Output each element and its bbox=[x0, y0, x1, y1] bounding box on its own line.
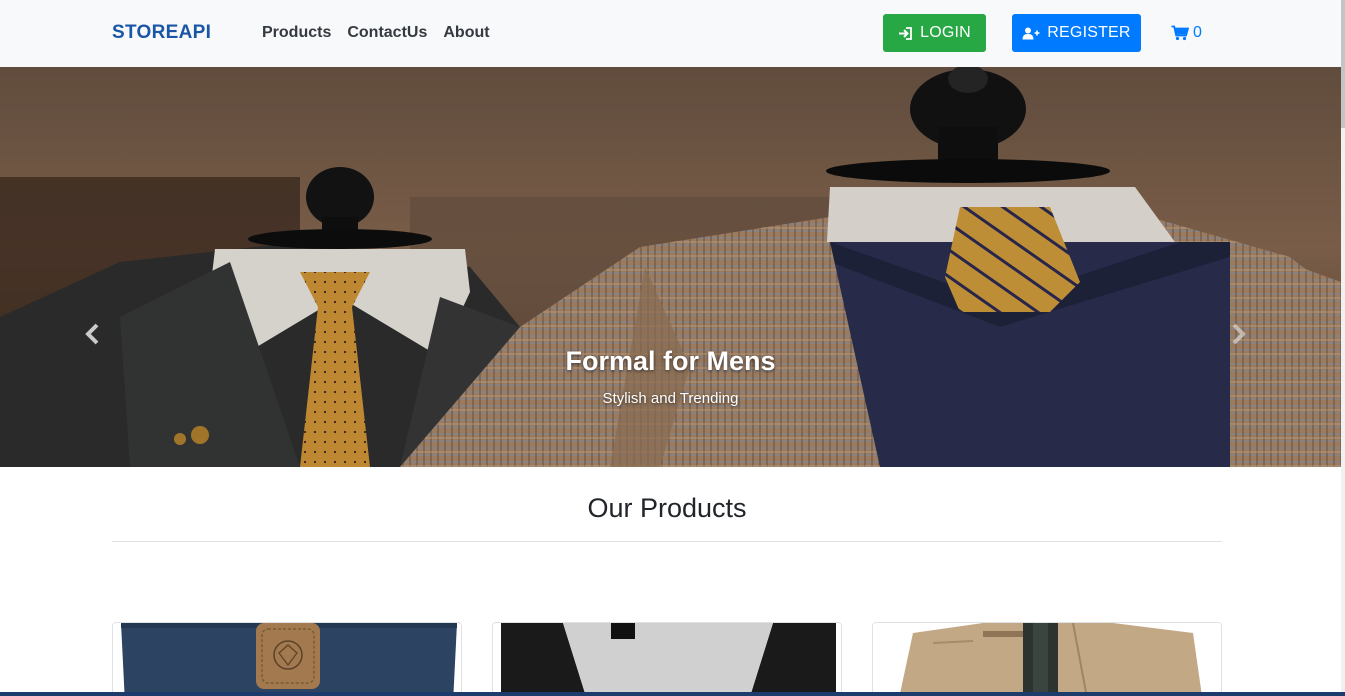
section-divider bbox=[112, 541, 1222, 542]
product-card[interactable] bbox=[492, 622, 842, 696]
nav-links: Products ContactUs About bbox=[262, 24, 490, 42]
product-card[interactable] bbox=[112, 622, 462, 696]
navbar: STOREAPI Products ContactUs About LOGIN … bbox=[0, 0, 1341, 67]
sign-in-icon bbox=[899, 26, 912, 40]
hero-carousel: Formal for Mens Stylish and Trending bbox=[0, 67, 1341, 467]
nav-link-products[interactable]: Products bbox=[262, 24, 331, 42]
cart-count: 0 bbox=[1193, 24, 1202, 41]
carousel-caption-subtitle: Stylish and Trending bbox=[602, 390, 739, 407]
carousel-caption-title: Formal for Mens bbox=[565, 346, 776, 376]
user-plus-icon bbox=[1022, 27, 1040, 39]
register-button[interactable]: REGISTER bbox=[1012, 14, 1141, 52]
raglan-tee-image bbox=[493, 623, 841, 696]
bottom-edge bbox=[0, 692, 1345, 696]
login-label: LOGIN bbox=[920, 24, 971, 41]
nav-link-about[interactable]: About bbox=[443, 24, 489, 42]
product-card[interactable] bbox=[872, 622, 1222, 696]
shopping-cart-icon bbox=[1171, 25, 1189, 41]
section-title: Our Products bbox=[587, 493, 747, 523]
carousel-next-chevron-icon[interactable] bbox=[1228, 322, 1248, 346]
sweater-image bbox=[113, 623, 461, 696]
carousel-prev-chevron-icon[interactable] bbox=[83, 322, 103, 346]
scrollbar-thumb[interactable] bbox=[1341, 0, 1345, 128]
login-button[interactable]: LOGIN bbox=[883, 14, 986, 52]
nav-link-contactus[interactable]: ContactUs bbox=[347, 24, 427, 42]
brand-logo[interactable]: STOREAPI bbox=[112, 22, 211, 44]
register-label: REGISTER bbox=[1047, 24, 1131, 41]
cart-link[interactable]: 0 bbox=[1171, 24, 1202, 42]
jacket-image bbox=[873, 623, 1221, 696]
hero-image bbox=[0, 67, 1341, 467]
